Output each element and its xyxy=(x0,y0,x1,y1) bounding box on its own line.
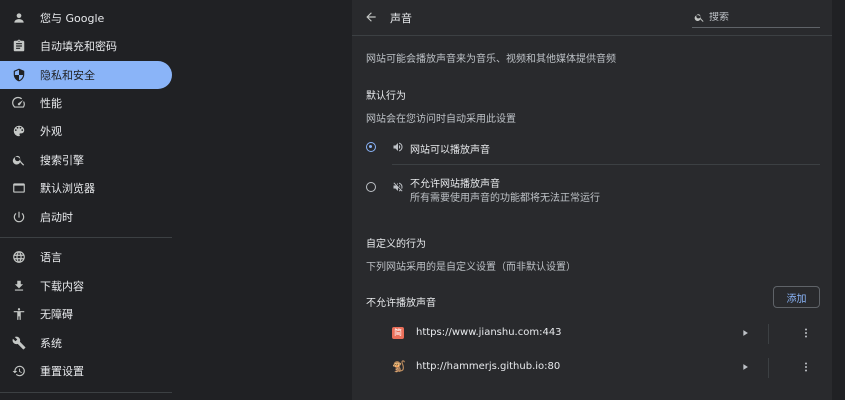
back-arrow-icon[interactable] xyxy=(364,10,380,26)
sidebar-divider xyxy=(0,392,172,393)
row-divider xyxy=(768,324,769,344)
sidebar-item-label: 系统 xyxy=(40,337,62,350)
hammerjs-favicon-icon: 🐒 xyxy=(392,360,406,373)
shield-icon xyxy=(12,68,26,82)
power-icon xyxy=(12,210,26,224)
sidebar-item-performance[interactable]: 性能 xyxy=(0,89,172,117)
more-vert-icon[interactable] xyxy=(800,361,812,373)
sidebar-item-on-startup[interactable]: 启动时 xyxy=(0,203,172,231)
sidebar-item-appearance[interactable]: 外观 xyxy=(0,117,172,145)
chevron-right-icon[interactable] xyxy=(740,362,750,372)
sidebar-item-languages[interactable]: 语言 xyxy=(0,243,172,271)
block-list-heading: 不允许播放声音 xyxy=(366,298,436,309)
sidebar-item-downloads[interactable]: 下载内容 xyxy=(0,272,172,300)
search-input[interactable] xyxy=(705,11,813,23)
option-divider xyxy=(392,164,820,165)
download-icon xyxy=(12,279,26,293)
default-behavior-description: 网站会在您访问时自动采用此设置 xyxy=(366,114,516,125)
clipboard-icon xyxy=(12,39,26,53)
speaker-muted-icon xyxy=(392,181,404,193)
sidebar-item-search-engine[interactable]: 搜索引擎 xyxy=(0,146,172,174)
sidebar-item-label: 自动填充和密码 xyxy=(40,40,117,53)
sidebar-item-label: 您与 Google xyxy=(40,12,105,25)
sidebar-item-label: 无障碍 xyxy=(40,308,73,321)
block-sound-sublabel: 所有需要使用声音的功能都将无法正常运行 xyxy=(410,193,600,204)
more-vert-icon[interactable] xyxy=(800,327,812,339)
sidebar-item-label: 隐私和安全 xyxy=(40,69,95,82)
sidebar-item-system[interactable]: 系统 xyxy=(0,329,172,357)
add-site-button[interactable]: 添加 xyxy=(773,286,820,308)
wrench-icon xyxy=(12,336,26,350)
site-row[interactable]: 🐒 http://hammerjs.github.io:80 xyxy=(392,352,820,384)
sidebar-item-accessibility[interactable]: 无障碍 xyxy=(0,300,172,328)
sidebar-divider xyxy=(0,237,172,238)
page-title: 声音 xyxy=(390,12,412,25)
sidebar-item-label: 搜索引擎 xyxy=(40,154,84,167)
speaker-icon xyxy=(392,141,404,153)
sound-settings-panel: 声音 网站可能会播放声音来为音乐、视频和其他媒体提供音频 默认行为 网站会在您访… xyxy=(352,0,832,400)
sidebar-item-label: 下载内容 xyxy=(40,280,84,293)
browser-icon xyxy=(12,181,26,195)
allow-sound-radio[interactable] xyxy=(366,142,376,152)
globe-icon xyxy=(12,250,26,264)
person-icon xyxy=(12,11,26,25)
block-sound-label: 不允许网站播放声音 xyxy=(410,179,500,190)
allow-sound-label: 网站可以播放声音 xyxy=(410,145,490,156)
default-behavior-heading: 默认行为 xyxy=(366,91,406,102)
sidebar-item-you-and-google[interactable]: 您与 Google xyxy=(0,4,172,32)
sidebar-item-label: 默认浏览器 xyxy=(40,182,95,195)
sidebar-item-label: 重置设置 xyxy=(40,365,84,378)
row-divider xyxy=(768,358,769,378)
block-sound-radio[interactable] xyxy=(366,182,376,192)
sidebar-item-default-browser[interactable]: 默认浏览器 xyxy=(0,174,172,202)
site-row[interactable]: 简 https://www.jianshu.com:443 xyxy=(392,318,820,350)
palette-icon xyxy=(12,124,26,138)
search-field[interactable] xyxy=(692,7,820,28)
search-icon xyxy=(12,153,26,167)
chevron-right-icon[interactable] xyxy=(740,328,750,338)
site-url: http://hammerjs.github.io:80 xyxy=(416,361,561,372)
jianshu-favicon-icon: 简 xyxy=(392,327,404,339)
sidebar-item-autofill[interactable]: 自动填充和密码 xyxy=(0,32,172,60)
sidebar-item-label: 启动时 xyxy=(40,211,73,224)
sidebar-item-label: 外观 xyxy=(40,125,62,138)
speedometer-icon xyxy=(12,96,26,110)
sound-description: 网站可能会播放声音来为音乐、视频和其他媒体提供音频 xyxy=(366,54,616,65)
sidebar-item-label: 语言 xyxy=(40,251,62,264)
sidebar-item-reset[interactable]: 重置设置 xyxy=(0,357,172,385)
reset-icon xyxy=(12,364,26,378)
accessibility-icon xyxy=(12,307,26,321)
search-icon xyxy=(694,13,704,22)
site-url: https://www.jianshu.com:443 xyxy=(416,327,562,338)
settings-sidebar: 您与 Google 自动填充和密码 隐私和安全 性能 外观 搜索引擎 默认浏览器… xyxy=(0,0,180,400)
header-divider xyxy=(352,35,832,36)
custom-behavior-description: 下列网站采用的是自定义设置（而非默认设置） xyxy=(366,262,576,273)
sidebar-item-label: 性能 xyxy=(40,97,62,110)
custom-behavior-heading: 自定义的行为 xyxy=(366,239,426,250)
sidebar-item-privacy[interactable]: 隐私和安全 xyxy=(0,61,172,89)
